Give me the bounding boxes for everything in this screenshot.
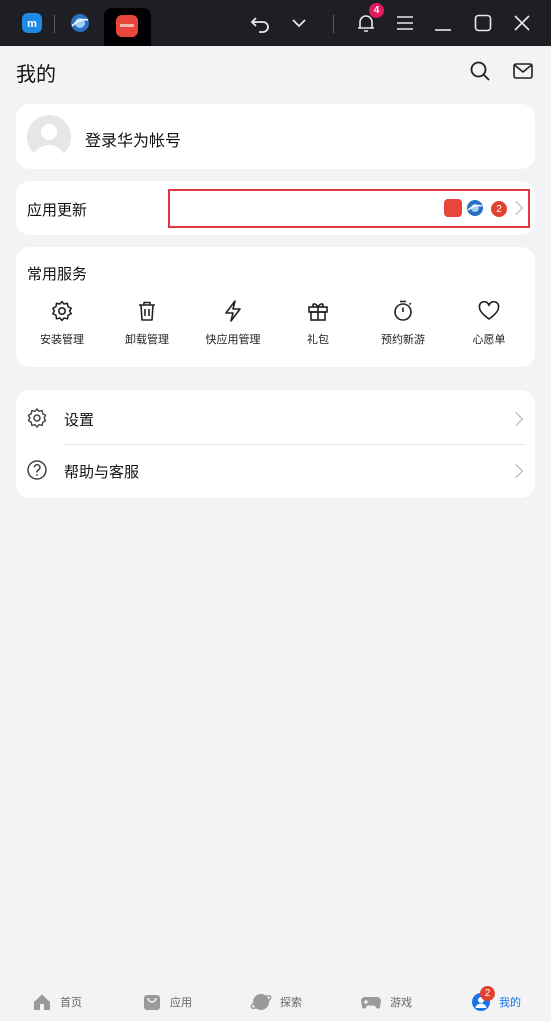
chevron-right-icon bbox=[508, 411, 524, 427]
nav-explore[interactable]: 探索 bbox=[250, 990, 302, 1014]
mail-icon[interactable] bbox=[512, 60, 534, 82]
settings-card: 设置 帮助与客服 bbox=[16, 390, 535, 498]
gamepad-icon bbox=[361, 997, 381, 1009]
nav-label: 应用 bbox=[170, 996, 192, 1009]
trash-icon bbox=[139, 301, 155, 321]
planet-icon bbox=[250, 994, 272, 1010]
toolbar-separator bbox=[333, 15, 334, 33]
nav-mine[interactable]: 我的 bbox=[471, 990, 521, 1014]
home-icon bbox=[34, 994, 50, 1010]
stopwatch-icon bbox=[394, 300, 412, 321]
service-label: 心愿单 bbox=[472, 333, 506, 346]
services-title: 常用服务 bbox=[27, 265, 88, 283]
app-window: m 4 我的 登录华为帐号 应用更新 2 常用服务 安装管理 卸载管理 快应用管… bbox=[0, 0, 551, 1021]
service-uninstall-manage[interactable]: 卸载管理 bbox=[107, 299, 187, 347]
chevron-down-icon[interactable] bbox=[286, 10, 312, 36]
nav-label: 首页 bbox=[60, 996, 82, 1009]
minimize-icon[interactable] bbox=[430, 10, 456, 36]
gear-icon bbox=[27, 408, 47, 428]
maximize-icon[interactable] bbox=[470, 10, 496, 36]
page-title: 我的 bbox=[16, 62, 56, 86]
app-updates-label: 应用更新 bbox=[27, 201, 88, 219]
nav-label: 探索 bbox=[280, 996, 302, 1009]
nav-home[interactable]: 首页 bbox=[32, 990, 82, 1014]
app-bag-icon bbox=[144, 995, 160, 1010]
service-install-manage[interactable]: 安装管理 bbox=[22, 299, 102, 347]
nav-badge: 2 bbox=[480, 986, 495, 1001]
close-icon[interactable] bbox=[509, 10, 535, 36]
browser-app-icon bbox=[466, 199, 484, 221]
settings-row[interactable]: 设置 bbox=[16, 392, 535, 444]
gift-icon bbox=[308, 303, 328, 321]
tab-separator bbox=[54, 15, 55, 33]
search-icon[interactable] bbox=[469, 60, 491, 82]
service-label: 安装管理 bbox=[40, 333, 84, 346]
svg-text:m: m bbox=[27, 18, 37, 30]
title-bar: m 4 bbox=[0, 0, 551, 46]
huawei-appgallery-icon bbox=[444, 199, 462, 217]
help-icon bbox=[27, 460, 47, 480]
service-gift-pack[interactable]: 礼包 bbox=[278, 299, 358, 347]
service-label: 预约新游 bbox=[381, 333, 425, 346]
service-label: 快应用管理 bbox=[205, 333, 261, 346]
huawei-appgallery-icon[interactable] bbox=[114, 13, 140, 39]
undo-icon[interactable] bbox=[248, 10, 274, 36]
account-card[interactable]: 登录华为帐号 bbox=[16, 104, 535, 169]
service-quick-app-manage[interactable]: 快应用管理 bbox=[193, 299, 273, 347]
notification-badge: 4 bbox=[369, 3, 384, 18]
nav-apps[interactable]: 应用 bbox=[142, 990, 192, 1014]
service-preorder-games[interactable]: 预约新游 bbox=[363, 299, 443, 347]
heart-icon bbox=[478, 300, 500, 320]
service-label: 卸载管理 bbox=[125, 333, 169, 346]
browser-app-icon[interactable] bbox=[67, 10, 93, 36]
nav-label: 我的 bbox=[499, 996, 521, 1009]
login-link[interactable]: 登录华为帐号 bbox=[85, 127, 181, 151]
help-row[interactable]: 帮助与客服 bbox=[16, 444, 535, 496]
service-wishlist[interactable]: 心愿单 bbox=[449, 299, 529, 347]
lightning-icon bbox=[225, 300, 241, 322]
app-updates-card[interactable]: 应用更新 2 bbox=[16, 181, 535, 235]
chevron-right-icon bbox=[508, 463, 524, 479]
service-label: 礼包 bbox=[307, 333, 329, 346]
gear-icon bbox=[52, 300, 72, 322]
help-label: 帮助与客服 bbox=[64, 463, 140, 481]
settings-label: 设置 bbox=[64, 411, 95, 429]
nav-games[interactable]: 游戏 bbox=[360, 990, 412, 1014]
services-card: 常用服务 安装管理 卸载管理 快应用管理 礼包 预约新游 心愿单 bbox=[16, 247, 535, 367]
update-count-badge: 2 bbox=[491, 201, 507, 217]
avatar bbox=[27, 115, 71, 159]
menu-icon[interactable] bbox=[392, 10, 418, 36]
bottom-nav: 首页 应用 探索 游戏 我的 bbox=[0, 982, 551, 1021]
nav-label: 游戏 bbox=[390, 996, 412, 1009]
multi-app-logo-icon[interactable]: m bbox=[19, 10, 45, 36]
